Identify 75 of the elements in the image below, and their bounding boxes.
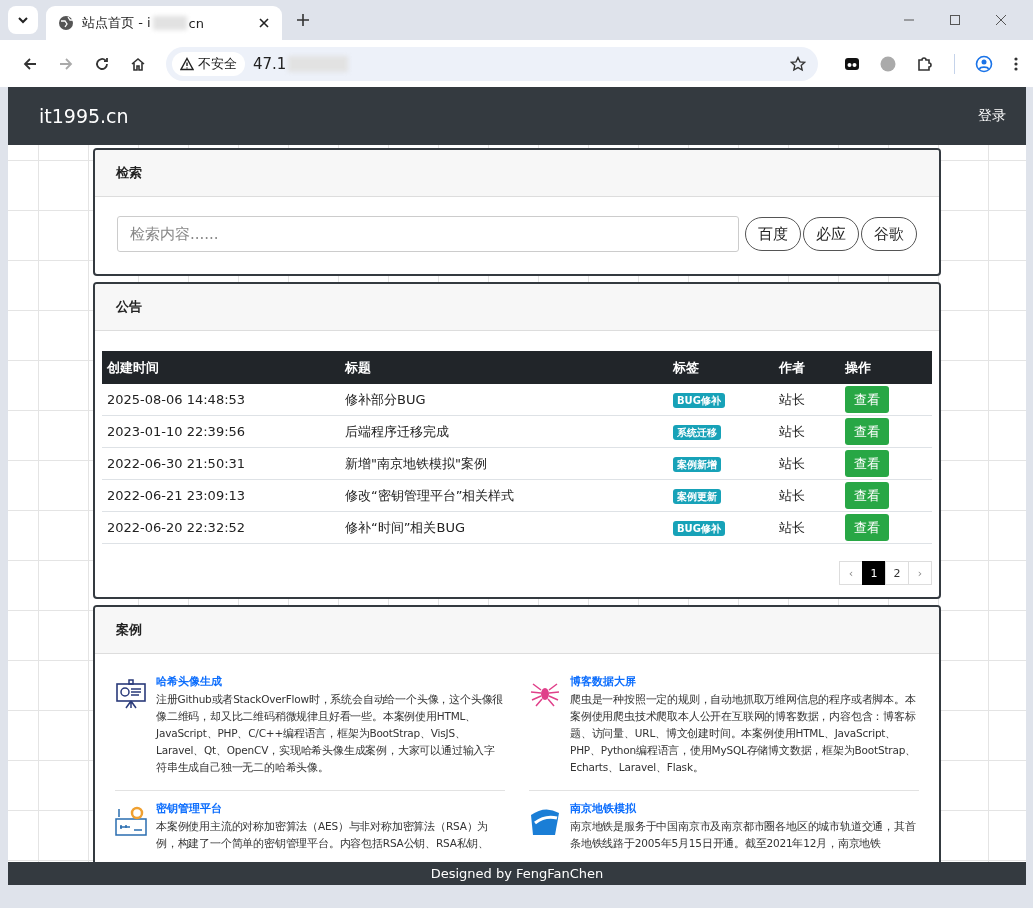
extension-icon[interactable] xyxy=(844,55,860,72)
tag-badge: 案例更新 xyxy=(673,488,721,504)
url-text: 47.1 xyxy=(253,54,287,73)
table-cell: 站长 xyxy=(774,511,840,544)
key-gear-icon xyxy=(115,805,147,837)
close-window-icon[interactable] xyxy=(995,14,1007,26)
case-description: 注册Github或者StackOverFlow时，系统会自动给一个头像，这个头像很像二维码，却又比二维码稍微规律且好看一些。本案例使用HTML、JavaScript、PHP、C/C++编程语言，框架为BootStrap、VisJS、Laravel、Qt、OpenCV，实现哈希头像生成案例，大家可以通过输入字符串生成自己独一无二的哈希头像。 xyxy=(156,692,505,775)
view-button[interactable]: 查看 xyxy=(845,450,889,477)
card-title: 公告 xyxy=(116,298,142,316)
tag-badge: 案例新增 xyxy=(673,456,721,472)
case-description: 爬虫是一种按照一定的规则，自动地抓取万维网信息的程序或者脚本。本案例使用爬虫技术爬取本人公开在互联网的博客数据，内容包含：博客标题、访问量、URL、博文创建时间。本案例使用HTML、JavaScript、PHP、Python编程语言，使用MySQL存储博文数据，框架为BootStrap、Echarts、Laravel、Flask。 xyxy=(570,692,917,775)
footer-text: Designed by FengFanChen xyxy=(430,866,604,881)
close-icon[interactable] xyxy=(258,17,270,29)
table-cell: 2023-01-10 22:39:56 xyxy=(102,415,340,448)
table-cell: 2025-08-06 14:48:53 xyxy=(102,384,340,416)
globe-icon xyxy=(58,15,74,31)
page-button[interactable]: ‹ xyxy=(839,561,863,585)
table-cell: 2022-06-20 22:32:52 xyxy=(102,511,340,544)
page-button[interactable]: 1 xyxy=(862,561,886,585)
table-cell: 2022-06-21 23:09:13 xyxy=(102,479,340,512)
table-cell: 后端程序迁移完成 xyxy=(340,415,668,448)
table-cell: 2022-06-30 21:50:31 xyxy=(102,447,340,480)
column-header: 标题 xyxy=(340,351,668,384)
tab-title: 站点首页 - i cn xyxy=(82,14,205,32)
view-button[interactable]: 查看 xyxy=(845,386,889,413)
view-button[interactable]: 查看 xyxy=(845,514,889,541)
case-title-link[interactable]: 南京地铁模拟 xyxy=(570,801,919,816)
presentation-board-icon xyxy=(115,678,147,710)
search-engine-button[interactable]: 必应 xyxy=(803,217,859,251)
table-cell: 修补“时间”相关BUG xyxy=(340,511,668,544)
table-cell: 修改“密钥管理平台”相关样式 xyxy=(340,479,668,512)
browser-tab[interactable]: 站点首页 - i cn xyxy=(46,6,282,40)
profile-icon[interactable] xyxy=(975,54,993,73)
column-header: 创建时间 xyxy=(102,351,340,384)
site-brand[interactable]: it1995.cn xyxy=(39,105,129,127)
caret-icon xyxy=(17,14,29,26)
case-description: 南京地铁是服务于中国南京市及南京都市圈各地区的城市轨道交通，其首条地铁线路于2005年5月15日开通。截至2021年12月，南京地铁 xyxy=(570,819,917,851)
view-button[interactable]: 查看 xyxy=(845,482,889,509)
tab-list-button[interactable] xyxy=(8,6,38,34)
tag-badge: BUG修补 xyxy=(673,520,725,536)
table-cell: 站长 xyxy=(774,384,840,416)
warning-icon xyxy=(180,56,194,71)
menu-icon[interactable] xyxy=(1013,55,1019,72)
case-description: 本案例使用主流的对称加密算法（AES）与非对称加密算法（RSA）为例，构建了一个简单的密钥管理平台。内容包括RSA公钥、RSA私钥、 xyxy=(156,819,491,851)
address-bar[interactable]: 不安全 47.1 xyxy=(166,46,818,81)
puzzle-icon[interactable] xyxy=(916,54,934,73)
tag-badge: 系统迁移 xyxy=(673,424,721,440)
column-header: 作者 xyxy=(774,351,840,384)
case-title-link[interactable]: 哈希头像生成 xyxy=(156,674,505,689)
case-title-link[interactable]: 密钥管理平台 xyxy=(156,801,505,816)
page-button[interactable]: 2 xyxy=(885,561,909,585)
reload-icon[interactable] xyxy=(94,55,110,72)
security-chip[interactable]: 不安全 xyxy=(172,51,245,76)
search-engine-button[interactable]: 百度 xyxy=(745,217,801,251)
star-icon[interactable] xyxy=(790,55,806,72)
view-button[interactable]: 查看 xyxy=(845,418,889,445)
card-title: 案例 xyxy=(116,621,142,639)
search-field[interactable]: 检索内容...... xyxy=(117,216,739,252)
new-tab-icon[interactable] xyxy=(296,13,310,27)
column-header: 操作 xyxy=(840,351,932,384)
search-engine-button[interactable]: 谷歌 xyxy=(861,217,917,251)
case-title-link[interactable]: 博客数据大屏 xyxy=(570,674,919,689)
back-icon[interactable] xyxy=(22,55,38,72)
maximize-icon[interactable] xyxy=(949,14,961,26)
column-header: 标签 xyxy=(668,351,774,384)
login-link[interactable]: 登录 xyxy=(978,107,1006,125)
page-button[interactable]: › xyxy=(908,561,932,585)
table-cell: 修补部分BUG xyxy=(340,384,668,416)
table-cell: 站长 xyxy=(774,447,840,480)
table-cell: 新增"南京地铁模拟"案例 xyxy=(340,447,668,480)
home-icon[interactable] xyxy=(130,55,146,72)
table-cell: 站长 xyxy=(774,415,840,448)
tag-badge: BUG修补 xyxy=(673,392,725,408)
card-title: 检索 xyxy=(116,164,142,182)
table-cell: 站长 xyxy=(774,479,840,512)
